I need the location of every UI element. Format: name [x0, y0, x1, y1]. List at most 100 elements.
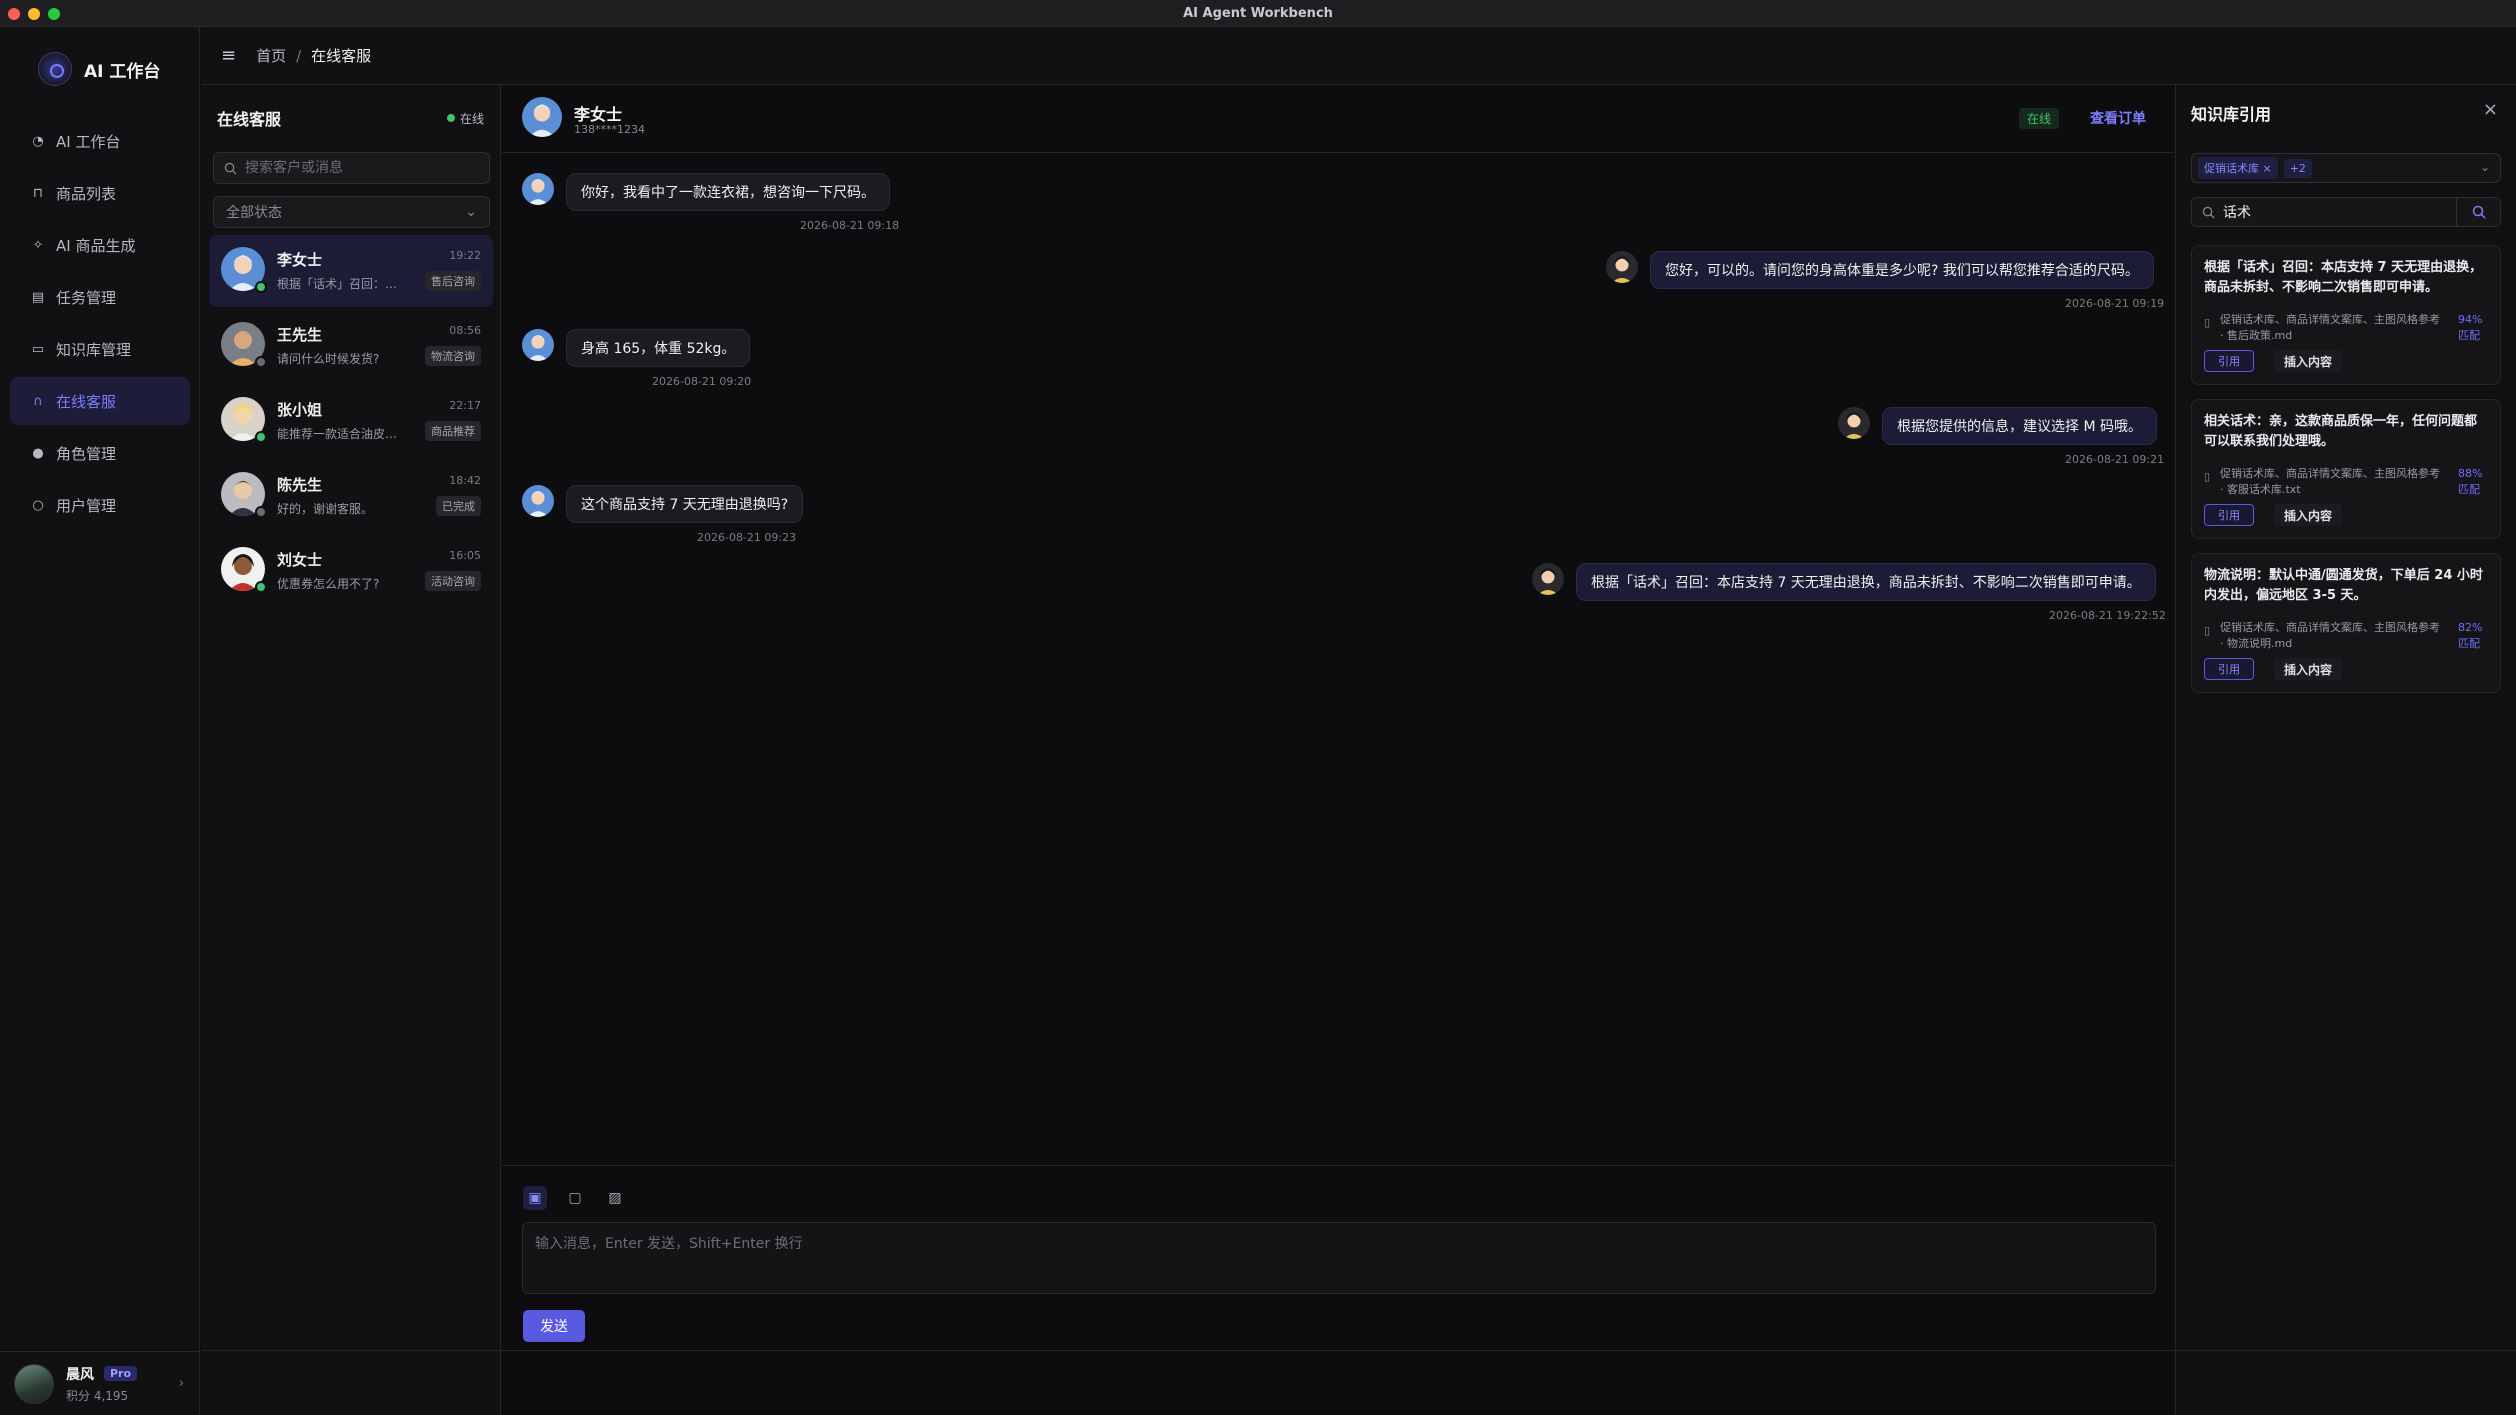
result-source: 促销话术库、商品详情文案库、主图风格参考 · 物流说明.md: [2204, 620, 2444, 652]
user-points: 积分 4,195: [66, 1388, 129, 1403]
status-label: 在线: [459, 111, 484, 126]
insert-content-button[interactable]: 插入内容: [2274, 350, 2342, 372]
comment-icon[interactable]: ▢: [563, 1186, 587, 1210]
sidebar-item-label: 商品列表: [56, 184, 117, 203]
customer-search: [213, 152, 490, 184]
search-input[interactable]: [245, 160, 475, 176]
sidebar-item-customer-service[interactable]: ∩ 在线客服: [10, 377, 190, 425]
brand-name: AI 工作台: [84, 61, 161, 82]
insert-content-button[interactable]: 插入内容: [2274, 658, 2342, 680]
status-filter-value: 全部状态: [226, 205, 282, 221]
customer-name: 王先生: [277, 326, 323, 344]
last-message: 好的，谢谢客服。: [277, 502, 374, 516]
online-status-icon: [255, 581, 267, 593]
sidebar-item-users[interactable]: ○ 用户管理: [10, 481, 190, 529]
last-message: 能推荐一款适合油皮的吗: [277, 427, 407, 441]
status-filter-select[interactable]: 全部状态 ⌄: [213, 196, 490, 228]
message-bubble: 这个商品支持 7 天无理由退换吗?: [566, 485, 804, 523]
user-icon: ○: [32, 497, 44, 513]
sidebar-item-products[interactable]: ⊓ 商品列表: [10, 169, 190, 217]
search-icon: [2202, 206, 2215, 219]
list-item[interactable]: 王先生 请问什么时候发货? 08:56 物流咨询: [209, 310, 493, 382]
insert-content-button[interactable]: 插入内容: [2274, 504, 2342, 526]
chat-customer-phone: 138****1234: [574, 123, 645, 136]
search-button[interactable]: [2456, 198, 2500, 226]
list-item[interactable]: 张小姐 能推荐一款适合油皮的吗 22:17 商品推荐: [209, 385, 493, 457]
filter-chip[interactable]: 促销话术库 ×: [2198, 157, 2278, 179]
message-time: 2026-08-21 09:20: [652, 375, 752, 388]
match-score: 82% 匹配: [2458, 621, 2483, 650]
sidebar-item-label: 在线客服: [56, 392, 117, 411]
customer-name: 李女士: [277, 251, 323, 269]
customer-name: 刘女士: [277, 551, 323, 569]
role-icon: ●: [32, 445, 44, 461]
chevron-down-icon: ⌄: [465, 204, 477, 220]
knowledge-search-input[interactable]: [2223, 204, 2443, 220]
headset-icon: ∩: [33, 393, 43, 409]
knowledge-result-card: 物流说明：默认中通/圆通发货，下单后 24 小时内发出，偏远地区 3-5 天。 …: [2191, 553, 2501, 693]
list-item[interactable]: 刘女士 优惠券怎么用不了? 16:05 活动咨询: [209, 535, 493, 607]
knowledge-base-filter[interactable]: 促销话术库 × +2 ⌄: [2191, 153, 2501, 183]
chevron-down-icon: ⌄: [2479, 160, 2490, 174]
bottom-divider: [201, 1350, 2516, 1351]
conversation-tag: 已完成: [436, 496, 481, 516]
result-text: 物流说明：默认中通/圆通发货，下单后 24 小时内发出，偏远地区 3-5 天。: [2204, 568, 2483, 603]
status-badge[interactable]: 在线: [446, 110, 484, 127]
message-composer: ▣ ▢ ▨ 发送: [502, 1165, 2174, 1415]
avatar: [1532, 563, 1564, 595]
view-order-link[interactable]: 查看订单: [2090, 108, 2146, 128]
message-bubble: 你好，我看中了一款连衣裙，想咨询一下尺码。: [566, 173, 890, 211]
filter-more-chip[interactable]: +2: [2283, 158, 2312, 178]
sidebar-item-roles[interactable]: ● 角色管理: [10, 429, 190, 477]
brand[interactable]: AI 工作台: [38, 42, 160, 96]
avatar: [1606, 251, 1638, 283]
result-text: 相关话术：亲，这款商品质保一年，任何问题都可以联系我们处理哦。: [2204, 414, 2478, 449]
last-message: 优惠券怎么用不了?: [277, 577, 380, 591]
user-profile[interactable]: 晨风 Pro 积分 4,195 ›: [0, 1351, 200, 1415]
search-icon: [2472, 205, 2486, 219]
sidebar-item-label: 用户管理: [56, 496, 117, 515]
knowledge-result-card: 根据「话术」召回：本店支持 7 天无理由退换，商品未拆封、不影响二次销售即可申请…: [2191, 245, 2501, 385]
panel-title: 知识库引用: [2191, 105, 2272, 124]
online-status-icon: [255, 281, 267, 293]
list-item[interactable]: 李女士 根据「话术」召回：本店支持 7 天无理由退换 19:22 售后咨询: [209, 235, 493, 307]
chat-panel: 李女士 138****1234 在线 查看订单 你好，我看中了一款连衣裙，想咨询…: [502, 85, 2174, 1415]
sidebar-item-label: 角色管理: [56, 444, 117, 463]
cite-button[interactable]: 引用: [2204, 350, 2254, 372]
sidebar-item-ai-workbench[interactable]: ◔ AI 工作台: [10, 117, 190, 165]
quick-reply-icon[interactable]: ▣: [523, 1186, 547, 1210]
send-button[interactable]: 发送: [523, 1310, 585, 1342]
conversation-tag: 售后咨询: [425, 271, 481, 291]
dashboard-icon: ◔: [32, 133, 44, 149]
sidebar-item-label: 知识库管理: [56, 340, 132, 359]
menu-icon[interactable]: ≡: [221, 45, 236, 66]
message-time: 18:42: [449, 474, 481, 487]
avatar: [522, 173, 554, 205]
message-time: 22:17: [449, 399, 481, 412]
sidebar-item-label: AI 商品生成: [56, 236, 136, 255]
sidebar-item-ai-product-gen[interactable]: ✧ AI 商品生成: [10, 221, 190, 269]
message-bubble: 根据「话术」召回：本店支持 7 天无理由退换，商品未拆封、不影响二次销售即可申请…: [1576, 563, 2156, 601]
message-time: 2026-08-21 19:22:52: [2049, 609, 2166, 622]
knowledge-result-card: 相关话术：亲，这款商品质保一年，任何问题都可以联系我们处理哦。 促销话术库、商品…: [2191, 399, 2501, 539]
image-icon[interactable]: ▨: [603, 1186, 627, 1210]
close-icon[interactable]: ×: [2483, 99, 2498, 120]
list-item[interactable]: 陈先生 好的，谢谢客服。 18:42 已完成: [209, 460, 493, 532]
sidebar-item-label: AI 工作台: [56, 132, 121, 151]
result-text: 根据「话术」召回：本店支持 7 天无理由退换，商品未拆封、不影响二次销售即可申请…: [2204, 260, 2483, 295]
knowledge-search: [2191, 197, 2501, 227]
top-header: ≡ 首页 / 在线客服: [201, 27, 2516, 85]
match-score: 94% 匹配: [2458, 313, 2483, 342]
sidebar-item-knowledge[interactable]: ▭ 知识库管理: [10, 325, 190, 373]
breadcrumb-current: 在线客服: [311, 47, 372, 65]
cite-button[interactable]: 引用: [2204, 658, 2254, 680]
message-input[interactable]: [522, 1222, 2156, 1294]
sidebar-item-tasks[interactable]: ▤ 任务管理: [10, 273, 190, 321]
message-time: 16:05: [449, 549, 481, 562]
cite-button[interactable]: 引用: [2204, 504, 2254, 526]
sidebar-nav: ◔ AI 工作台 ⊓ 商品列表 ✧ AI 商品生成 ▤ 任务管理 ▭ 知识库管理…: [10, 117, 190, 533]
plan-badge: Pro: [104, 1366, 138, 1381]
conversation-tag: 商品推荐: [425, 421, 481, 441]
breadcrumb-home[interactable]: 首页: [256, 45, 286, 66]
message-time: 2026-08-21 09:23: [697, 531, 797, 544]
